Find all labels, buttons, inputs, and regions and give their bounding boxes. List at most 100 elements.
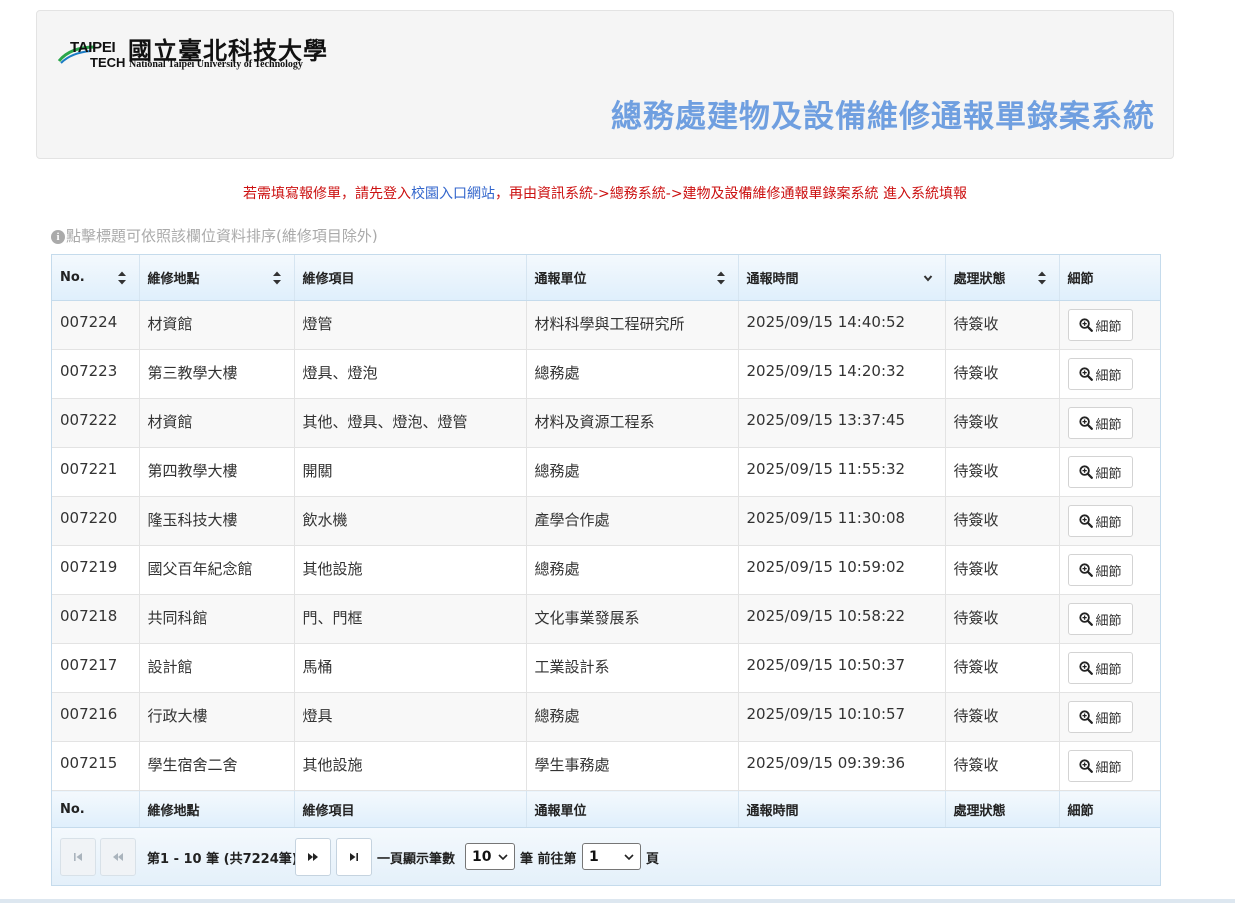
row-status: 待簽收 [945,741,1060,791]
row-item: 燈具、燈泡 [294,349,527,399]
row-detail: 細節 [1059,398,1160,448]
column-header-no[interactable]: No. [52,255,140,301]
row-time: 2025/09/15 13:37:45 [738,398,946,448]
column-header-status[interactable]: 處理狀態 [945,255,1060,301]
logo-tech-text: TECH [90,55,126,70]
row-status: 待簽收 [945,594,1060,644]
pagination-bar: 第1 - 10 筆 (共7224筆) 一頁顯示筆數 10 筆 前往第 1 頁 [52,827,1160,885]
footer-item: 維修項目 [294,790,527,827]
detail-button[interactable]: 細節 [1067,407,1133,439]
detail-button-label: 細節 [1095,368,1122,384]
row-detail: 細節 [1059,349,1160,399]
zoom-in-icon [1078,514,1093,528]
row-no: 007218 [52,594,140,644]
system-title: 總務處建物及設備維修通報單錄案系統 [611,99,1155,135]
goto-page-label: 筆 前往第 [520,852,577,867]
row-status: 待簽收 [945,643,1060,693]
detail-button[interactable]: 細節 [1067,603,1133,635]
row-status: 待簽收 [945,496,1060,546]
row-time: 2025/09/15 14:20:32 [738,349,946,399]
notice-suffix: ，再由資訊系統->總務系統->建物及設備維修通報單錄案系統 進入系統填報 [494,186,967,202]
sort-descending-icon [923,274,932,282]
row-detail: 細節 [1059,545,1160,595]
row-unit: 工業設計系 [526,643,739,693]
next-page-button[interactable] [295,838,331,876]
row-no: 007221 [52,447,140,497]
row-time: 2025/09/15 10:50:37 [738,643,946,693]
column-header-unit[interactable]: 通報單位 [526,255,739,301]
table-footer-row: No. 維修地點 維修項目 通報單位 通報時間 處理狀態 細節 [52,790,1160,827]
row-location: 國父百年紀念館 [139,545,295,595]
university-logo[interactable]: TAIPEI TECH 國立臺北科技大學 National Taipei Uni… [57,29,347,73]
detail-button-label: 細節 [1095,515,1122,531]
row-item: 馬桶 [294,643,527,693]
detail-button[interactable]: 細節 [1067,309,1133,341]
row-time: 2025/09/15 09:39:36 [738,741,946,791]
row-location: 材資館 [139,300,295,350]
prev-page-button[interactable] [100,838,136,876]
row-unit: 學生事務處 [526,741,739,791]
sort-both-icon [272,271,281,284]
row-item: 門、門框 [294,594,527,644]
row-no: 007222 [52,398,140,448]
detail-button[interactable]: 細節 [1067,505,1133,537]
first-page-icon [74,853,82,861]
chevron-down-icon [498,853,508,860]
row-item: 其他、燈具、燈泡、燈管 [294,398,527,448]
detail-button-label: 細節 [1095,662,1122,678]
row-item: 開關 [294,447,527,497]
zoom-in-icon [1078,612,1093,626]
row-location: 設計館 [139,643,295,693]
column-header-location[interactable]: 維修地點 [139,255,295,301]
row-detail: 細節 [1059,741,1160,791]
page-size-select[interactable]: 10 [465,843,515,870]
row-no: 007223 [52,349,140,399]
footer-unit: 通報單位 [526,790,739,827]
detail-button-label: 細節 [1095,466,1122,482]
row-unit: 總務處 [526,545,739,595]
footer-time: 通報時間 [738,790,946,827]
page-header: TAIPEI TECH 國立臺北科技大學 National Taipei Uni… [36,10,1174,159]
row-detail: 細節 [1059,594,1160,644]
row-detail: 細節 [1059,496,1160,546]
sort-hint-text: 點擊標題可依照該欄位資料排序(維修項目除外) [66,227,378,245]
row-unit: 總務處 [526,447,739,497]
last-page-button[interactable] [336,838,372,876]
zoom-in-icon [1078,465,1093,479]
row-location: 第四教學大樓 [139,447,295,497]
row-location: 學生宿舍二舍 [139,741,295,791]
table-row: 007218 共同科館 門、門框 文化事業發展系 2025/09/15 10:58:22… [52,594,1160,644]
first-page-button[interactable] [60,838,96,876]
detail-button[interactable]: 細節 [1067,652,1133,684]
row-no: 007216 [52,692,140,742]
logo-english-name: National Taipei University of Technology [129,59,303,70]
row-status: 待簽收 [945,349,1060,399]
footer-no: No. [52,790,140,827]
page-suffix: 頁 [646,852,660,867]
chevron-down-icon [624,853,634,860]
detail-button[interactable]: 細節 [1067,554,1133,586]
sort-both-icon [716,271,725,284]
row-item: 其他設施 [294,545,527,595]
detail-button[interactable]: 細節 [1067,750,1133,782]
detail-button[interactable]: 細節 [1067,358,1133,390]
row-no: 007219 [52,545,140,595]
table-row: 007224 材資館 燈管 材料科學與工程研究所 2025/09/15 14:40:52… [52,300,1160,350]
row-unit: 文化事業發展系 [526,594,739,644]
footer-status: 處理狀態 [945,790,1060,827]
page-number-select[interactable]: 1 [582,843,641,870]
row-location: 隆玉科技大樓 [139,496,295,546]
detail-button[interactable]: 細節 [1067,456,1133,488]
footer-detail: 細節 [1059,790,1160,827]
repair-list-grid: No. 維修地點 維修項目 通報單位 通報時間 處理狀態 細節 007224 材資… [51,254,1161,886]
column-header-time[interactable]: 通報時間 [738,255,946,301]
row-status: 待簽收 [945,692,1060,742]
row-detail: 細節 [1059,643,1160,693]
row-location: 共同科館 [139,594,295,644]
row-item: 其他設施 [294,741,527,791]
page-size-value: 10 [472,848,492,865]
detail-button[interactable]: 細節 [1067,701,1133,733]
page-number-value: 1 [589,848,599,865]
row-detail: 細節 [1059,692,1160,742]
campus-portal-link[interactable]: 校園入口網站 [411,186,495,202]
